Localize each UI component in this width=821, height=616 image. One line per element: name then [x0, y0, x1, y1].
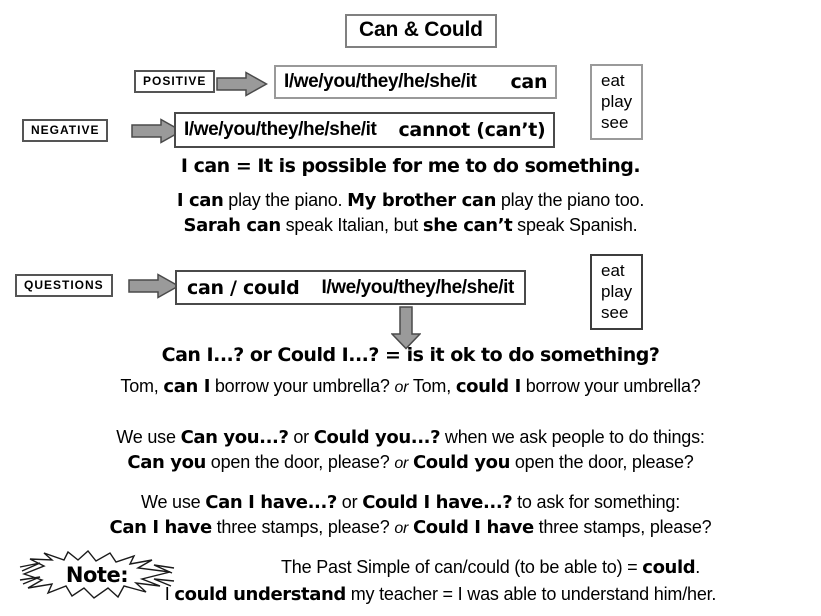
asking-rule: We use Can I have...? or Could I have...… [140, 492, 681, 513]
permission-example: Tom, can I borrow your umbrella? or Tom,… [120, 376, 701, 397]
verb-item: see [601, 303, 629, 322]
asking-example: Can I have three stamps, please? or Coul… [109, 517, 712, 538]
arrow-right-icon [128, 273, 180, 299]
pattern-positive-modal: can [510, 71, 548, 93]
meaning-headline: I can = It is possible for me to do some… [180, 155, 641, 177]
label-positive: POSITIVE [134, 70, 216, 93]
label-negative-text: NEGATIVE [31, 123, 100, 137]
pattern-question-subject: I/we/you/they/he/she/it [321, 276, 514, 298]
page-title-box: Can & Could [345, 14, 497, 48]
verb-item: eat [601, 261, 625, 280]
permission-headline: Can I...? or Could I...? = is it ok to d… [161, 344, 660, 366]
note-line-1: The Past Simple of can/could (to be able… [280, 557, 701, 578]
label-positive-text: POSITIVE [143, 74, 207, 88]
pattern-negative-modal: cannot (can’t) [398, 119, 546, 141]
note-line-2: I could understand my teacher = I was ab… [164, 584, 717, 605]
verb-item: see [601, 113, 629, 132]
pattern-positive-subject: I/we/you/they/he/she/it [284, 71, 477, 92]
pattern-negative: I/we/you/they/he/she/it cannot (can’t) [174, 112, 556, 148]
pattern-negative-subject: I/we/you/they/he/she/it [184, 119, 377, 140]
requests-rule: We use Can you...? or Could you...? when… [116, 427, 705, 448]
pattern-question: can / could I/we/you/they/he/she/it [175, 270, 526, 305]
arrow-right-icon [216, 71, 268, 97]
meaning-example-1: I can play the piano. My brother can pla… [176, 190, 645, 211]
verb-item: eat [601, 71, 625, 90]
meaning-example-2: Sarah can speak Italian, but she can’t s… [183, 215, 638, 236]
verb-list-questions: eat play see [590, 254, 644, 330]
verb-list-top: eat play see [590, 64, 644, 140]
label-negative: NEGATIVE [22, 119, 109, 142]
pattern-question-modal: can / could [187, 276, 300, 299]
verb-item: play [601, 92, 633, 111]
requests-example: Can you open the door, please? or Could … [127, 452, 694, 473]
page-title: Can & Could [359, 18, 483, 41]
label-questions: QUESTIONS [15, 274, 113, 297]
label-questions-text: QUESTIONS [24, 278, 104, 292]
verb-item: play [601, 282, 633, 301]
pattern-positive: I/we/you/they/he/she/it can [274, 65, 558, 99]
